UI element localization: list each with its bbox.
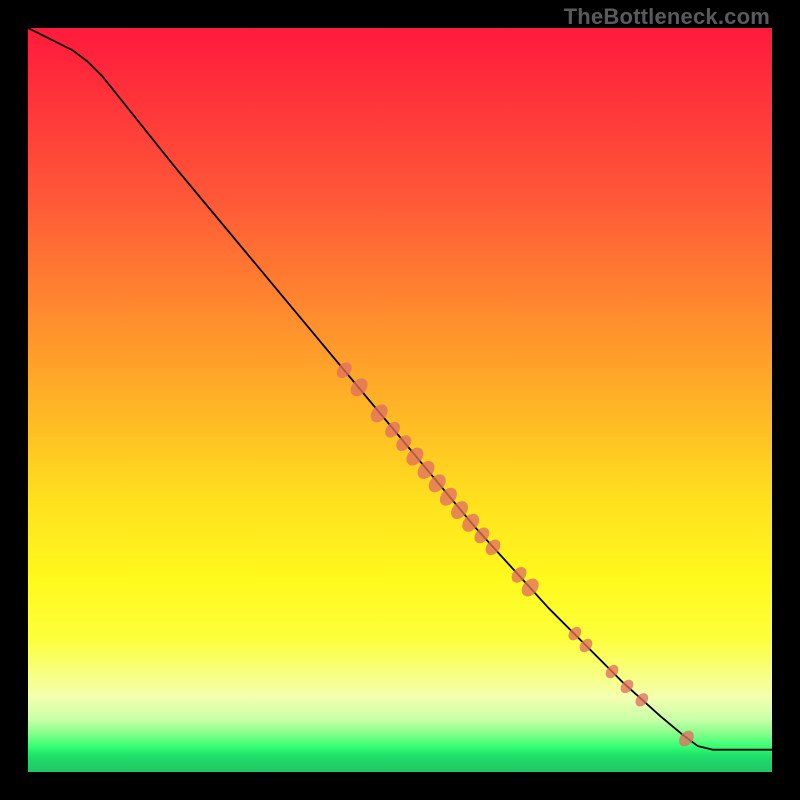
plot-area — [28, 28, 772, 772]
markers-group — [334, 359, 697, 749]
watermark-text: TheBottleneck.com — [564, 4, 770, 30]
chart-frame: TheBottleneck.com — [0, 0, 800, 800]
curve-line — [28, 28, 772, 750]
chart-overlay-svg — [28, 28, 772, 772]
